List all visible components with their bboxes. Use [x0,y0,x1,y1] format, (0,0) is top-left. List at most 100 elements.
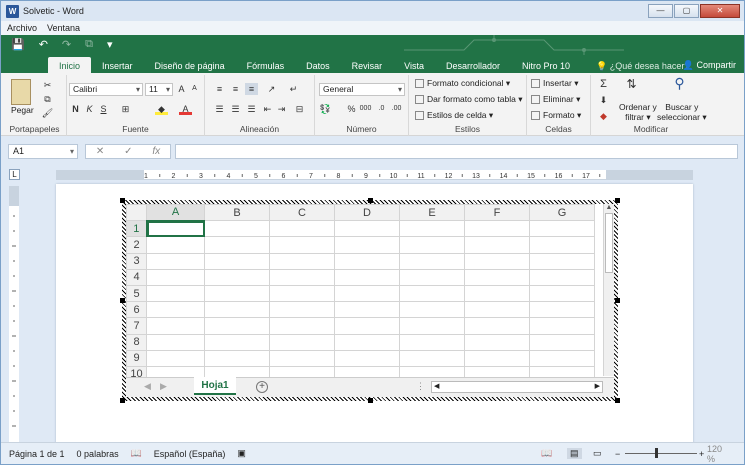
cell-b6[interactable] [204,301,270,319]
cell-e6[interactable] [399,301,465,319]
grow-font-icon[interactable]: A [175,83,188,95]
cell-c8[interactable] [269,333,335,351]
clear-icon[interactable]: ◆ [597,110,610,122]
merge-center-icon[interactable]: ⊟ [293,103,306,115]
maximize-button[interactable]: ▢ [674,4,699,18]
menu-archivo[interactable]: Archivo [7,23,37,33]
insert-function-icon[interactable]: fx [152,146,160,157]
cell-d5[interactable] [334,284,400,303]
cell-e7[interactable] [399,317,465,335]
cell-d6[interactable] [334,301,400,319]
row-header-7[interactable]: 7 [126,317,147,335]
cell-b8[interactable] [204,333,270,351]
resize-handle[interactable] [368,398,373,403]
column-header-b[interactable]: B [204,204,270,222]
align-middle-icon[interactable]: ≡ [229,83,242,95]
cell-b7[interactable] [204,317,270,335]
scroll-thumb[interactable] [605,213,613,273]
cell-f6[interactable] [464,301,530,319]
next-sheet-icon[interactable]: ▶ [160,381,167,392]
scroll-left-icon[interactable]: ◀ [434,382,439,390]
cell-c3[interactable] [269,252,335,270]
cell-f2[interactable] [464,236,530,254]
proofing-icon[interactable]: 📖 [131,448,142,459]
cell-d2[interactable] [334,236,400,254]
format-painter-icon[interactable]: 🖌 [41,107,54,119]
horizontal-ruler[interactable]: 1 2 3 4 5 6 7 8 9 10 11 12 13 14 15 16 17 [56,170,693,180]
cell-a1[interactable] [146,220,205,238]
insert-cells-button[interactable]: Insertar ▾ [531,78,578,89]
cell-f7[interactable] [464,317,530,335]
sort-filter-icon[interactable]: ⇅ [625,78,638,90]
undo-icon[interactable]: ↶ [39,38,48,51]
row-header-8[interactable]: 8 [126,333,147,351]
column-header-c[interactable]: C [269,204,335,222]
cell-f4[interactable] [464,268,530,286]
cell-e5[interactable] [399,284,465,303]
cell-d3[interactable] [334,252,400,270]
cell-g6[interactable] [529,301,595,319]
resize-handle[interactable] [615,198,620,203]
word-count[interactable]: 0 palabras [77,449,119,459]
cell-d9[interactable] [334,349,400,367]
align-bottom-icon[interactable]: ≡ [245,83,258,95]
touch-mode-icon[interactable]: ⧉ [85,38,93,51]
name-box[interactable]: A1 [8,144,78,159]
cell-g7[interactable] [529,317,595,335]
zoom-thumb[interactable] [655,448,658,458]
cell-c4[interactable] [269,268,335,286]
cell-c5[interactable] [269,284,335,303]
macro-icon[interactable]: ▣ [237,448,246,459]
cell-d7[interactable] [334,317,400,335]
column-header-f[interactable]: F [464,204,530,222]
sheet-tab-hoja1[interactable]: Hoja1 [194,377,236,395]
save-icon[interactable]: 💾 [11,38,25,51]
fill-color-icon[interactable]: ◆ [155,103,168,115]
cell-a6[interactable] [146,301,205,319]
cell-a7[interactable] [146,317,205,335]
cell-g9[interactable] [529,349,595,367]
resize-handle[interactable] [120,298,125,303]
row-header-6[interactable]: 6 [126,301,147,319]
cell-f8[interactable] [464,333,530,351]
row-header-3[interactable]: 3 [126,252,147,270]
row-header-2[interactable]: 2 [126,236,147,254]
print-layout-icon[interactable]: ▤ [567,448,582,459]
resize-handle[interactable] [120,398,125,403]
cell-d8[interactable] [334,333,400,351]
font-size-select[interactable]: 11 [145,83,173,96]
cell-styles-button[interactable]: Estilos de celda ▾ [415,110,493,121]
cell-c7[interactable] [269,317,335,335]
resize-handle[interactable] [615,298,620,303]
align-left-icon[interactable]: ☰ [213,103,226,115]
cell-a8[interactable] [146,333,205,351]
vertical-ruler[interactable] [9,186,19,442]
cell-c9[interactable] [269,349,335,367]
column-header-d[interactable]: D [334,204,400,222]
horizontal-scrollbar[interactable]: ◀ ▶ [431,381,603,393]
zoom-level[interactable]: 120 % [707,444,732,464]
thousands-icon[interactable]: 000 [359,103,372,115]
page-count[interactable]: Página 1 de 1 [9,449,65,459]
italic-button[interactable]: K [83,103,96,115]
formula-input[interactable] [175,144,738,159]
cell-f9[interactable] [464,349,530,367]
row-header-9[interactable]: 9 [126,349,147,367]
close-button[interactable]: ✕ [700,4,740,18]
scroll-right-icon[interactable]: ▶ [595,382,600,390]
row-header-1[interactable]: 1 [126,220,148,238]
share-button[interactable]: 👤 Compartir [683,57,736,73]
cell-d1[interactable] [334,220,400,238]
find-select-button[interactable]: Buscar y seleccionar ▾ [657,102,707,123]
web-layout-icon[interactable]: ▭ [593,448,602,459]
cell-e9[interactable] [399,349,465,367]
enter-icon[interactable]: ✓ [124,146,132,157]
customize-qat-icon[interactable]: ▾ [107,38,113,51]
cell-g4[interactable] [529,268,595,286]
align-center-icon[interactable]: ☰ [229,103,242,115]
font-color-icon[interactable]: A [179,103,192,115]
search-icon[interactable]: ⚲ [673,76,686,90]
zoom-in-icon[interactable]: + [699,449,704,459]
add-sheet-icon[interactable]: + [256,381,268,393]
align-top-icon[interactable]: ≡ [213,83,226,95]
